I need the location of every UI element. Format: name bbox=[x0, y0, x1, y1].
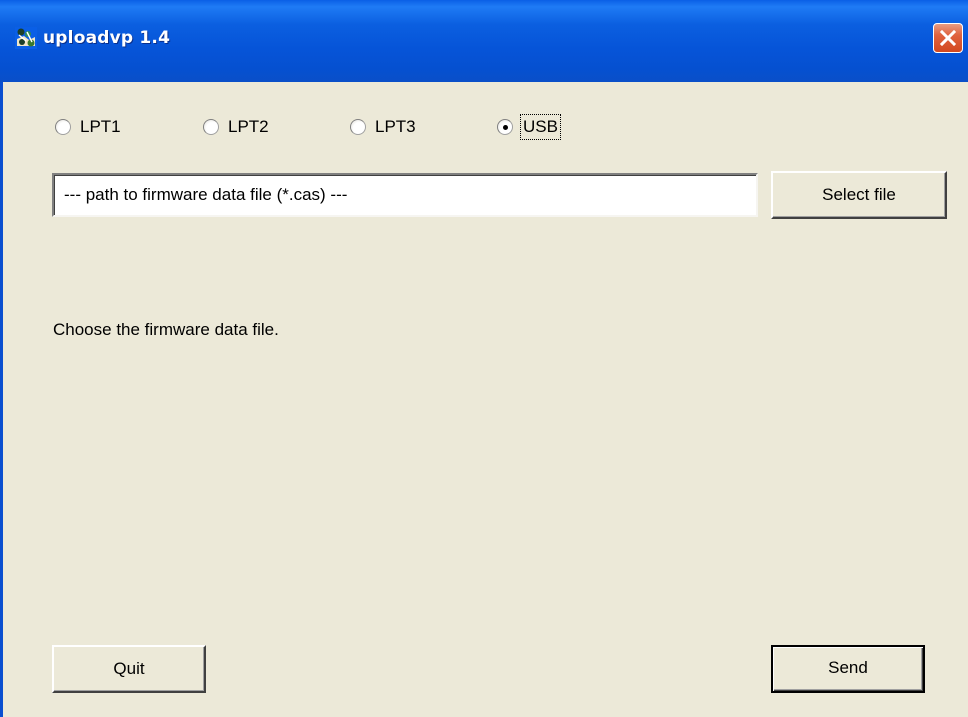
window-title: uploadvp 1.4 bbox=[43, 28, 171, 48]
radio-label-lpt1: LPT1 bbox=[80, 117, 121, 136]
radio-label-usb: USB bbox=[520, 114, 561, 140]
firmware-path-field[interactable]: --- path to firmware data file (*.cas) -… bbox=[52, 173, 758, 217]
radio-button[interactable] bbox=[55, 119, 71, 135]
radio-button-selected[interactable] bbox=[497, 119, 513, 135]
close-icon bbox=[940, 30, 956, 46]
radio-dot bbox=[502, 124, 508, 130]
radio-button[interactable] bbox=[350, 119, 366, 135]
radio-button[interactable] bbox=[203, 119, 219, 135]
app-icon bbox=[15, 27, 37, 49]
title-bar[interactable]: uploadvp 1.4 bbox=[0, 0, 968, 82]
radio-label-lpt3: LPT3 bbox=[375, 117, 416, 136]
radio-label-lpt2: LPT2 bbox=[228, 117, 269, 136]
radio-lpt1[interactable]: LPT1 bbox=[55, 115, 121, 139]
status-message: Choose the firmware data file. bbox=[53, 320, 279, 339]
window-frame-left bbox=[0, 82, 3, 717]
send-button[interactable]: Send bbox=[771, 645, 925, 693]
radio-lpt2[interactable]: LPT2 bbox=[203, 115, 269, 139]
radio-usb[interactable]: USB bbox=[497, 114, 561, 140]
close-button[interactable] bbox=[933, 23, 963, 53]
quit-button[interactable]: Quit bbox=[52, 645, 206, 693]
app-window: uploadvp 1.4 LPT1 LPT2 LPT3 USB --- path… bbox=[0, 0, 968, 717]
select-file-button[interactable]: Select file bbox=[771, 171, 947, 219]
radio-lpt3[interactable]: LPT3 bbox=[350, 115, 416, 139]
